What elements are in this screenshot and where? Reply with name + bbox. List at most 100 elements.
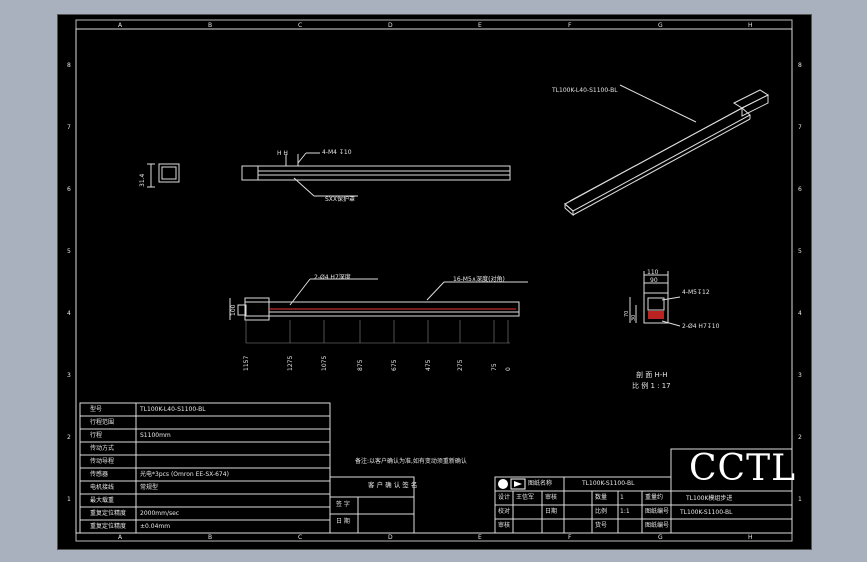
zone-number-left: 1: [67, 496, 71, 503]
spec-row-value: 2000mm/sec: [140, 510, 180, 517]
title-block-cell: 王信军: [516, 494, 535, 501]
brand-logo: CCTL: [689, 448, 797, 489]
zone-letter-bottom: B: [208, 534, 212, 541]
spec-row-label: 行程: [90, 432, 103, 439]
spec-row-value: 常规型: [140, 484, 159, 491]
front-view-dim-label: 875: [357, 359, 364, 371]
title-block-cell: 图纸编号: [645, 508, 670, 515]
spec-row-label: 传动方式: [90, 445, 115, 452]
isometric-view: [564, 84, 770, 217]
end-view-dim: 31.4: [139, 173, 146, 187]
front-view-dim-label: 1157: [243, 356, 250, 371]
title-block-cell: 设计: [498, 494, 511, 501]
section-scale: 比 例 1 : 17: [632, 381, 671, 390]
zone-letter-bottom: A: [118, 534, 123, 541]
top-view: [241, 152, 511, 197]
zone-number-left: 8: [67, 62, 71, 69]
front-view-pins-callout: 2-Ø4 H7深度: [314, 273, 351, 281]
part-number: TL100K-S1100-BL: [582, 480, 635, 487]
section-side-dim-30: 30: [631, 315, 637, 321]
title-block-cell: 审核: [498, 522, 511, 529]
spec-row-label: 传感器: [90, 471, 109, 478]
zone-letter-top: G: [658, 22, 663, 29]
spec-row-value: 光电*3pcs (Omron EE-SX-674): [140, 471, 229, 478]
title-block-cell: 日期: [545, 508, 558, 515]
drawing-note: 备注:以客户确认为准,如有变动须重新确认: [355, 457, 467, 465]
title-block-cell: 审核: [545, 494, 558, 501]
zone-letter-top: C: [298, 22, 302, 29]
title-block-cell: 校对: [498, 508, 511, 515]
confirm-title: 客 户 确 认 签 名: [368, 481, 418, 489]
spec-row-label: 行程范围: [90, 419, 115, 426]
drawing-canvas: A A B B C C D D E E F F G G H H 8 8 7 7 6 6 5 5 4 4 3 3 2 2 1 1 31.4 H…: [57, 14, 812, 550]
title-block-cell: 货号: [595, 522, 608, 529]
zone-letter-top: H: [748, 22, 753, 29]
top-view-tap-callout: 4-M4 ↧10: [322, 149, 352, 156]
drawing-number: TL100K-S1100-BL: [680, 509, 733, 516]
zone-letter-bottom: C: [298, 534, 302, 541]
zone-number-right: 2: [798, 434, 802, 441]
section-tap-callout: 4-M5↧12: [682, 289, 710, 296]
product-name: TL100K模组步进: [686, 495, 733, 502]
iso-label: TL100K-L40-S1100-BL: [551, 87, 618, 94]
logo-icon: [498, 478, 526, 490]
spec-row-label: 型号: [90, 406, 103, 413]
front-view-dim-label: 275: [457, 359, 464, 371]
spec-row-value: TL100K-L40-S1100-BL: [140, 406, 206, 413]
spec-row-label: 重复定位精度: [90, 523, 127, 530]
end-view: [147, 163, 180, 188]
confirm-date-label: 日 期: [336, 518, 350, 525]
top-view-hh-callout: H H: [277, 150, 288, 157]
zone-letter-top: A: [118, 22, 123, 29]
front-view-dimensions: 1157 1275 1075 875 675 475 275 75 0: [243, 356, 512, 371]
zone-number-left: 3: [67, 372, 71, 379]
zone-number-left: 7: [67, 124, 71, 131]
zone-number-left: 5: [67, 248, 71, 255]
confirm-sign-label: 签 字: [336, 501, 350, 508]
zone-letter-bottom: H: [748, 534, 753, 541]
zone-number-left: 6: [67, 186, 71, 193]
section-title: 剖 面 H-H: [636, 370, 668, 379]
zone-letter-top: D: [388, 22, 393, 29]
zone-letter-bottom: G: [658, 534, 663, 541]
zone-letter-bottom: F: [568, 534, 572, 541]
spec-row-value: ±0.04mm: [140, 523, 171, 530]
section-dim-110: 110: [647, 269, 659, 276]
front-view-dim-label: 0: [505, 367, 512, 371]
title-block-cell: 比例: [595, 508, 608, 515]
front-view-dim-ticks: [245, 320, 510, 344]
title-block-cell: 图纸编号: [645, 522, 670, 529]
zone-numbers: 8 8 7 7 6 6 5 5 4 4 3 3 2 2 1 1: [67, 62, 802, 503]
zone-letter-top: F: [568, 22, 572, 29]
spec-row-value: S1100mm: [140, 432, 171, 439]
front-view-taps-callout: 16-M5∧深度(对角): [453, 275, 505, 283]
zone-number-right: 4: [798, 310, 802, 317]
zone-number-left: 4: [67, 310, 71, 317]
title-block-cell: 数量: [595, 494, 608, 501]
front-view-dim-label: 1075: [321, 356, 328, 371]
front-view-dim-label: 675: [391, 359, 398, 371]
zone-letter-top: B: [208, 22, 212, 29]
front-view-dim-label: 75: [491, 363, 498, 371]
zone-number-left: 2: [67, 434, 71, 441]
section-dim-90: 90: [650, 277, 658, 284]
title-block-cell: 1: [620, 494, 624, 501]
zone-number-right: 1: [798, 496, 802, 503]
zone-number-right: 7: [798, 124, 802, 131]
section-side-dim-70: 70: [624, 311, 630, 317]
zone-number-right: 6: [798, 186, 802, 193]
front-view-left-dim: 100: [230, 304, 237, 316]
section-fill: [648, 311, 664, 319]
spec-row-label: 传动导程: [90, 458, 115, 465]
part-label: 图纸名称: [528, 480, 553, 487]
section-pin-callout: 2-Ø4 H7↧10: [682, 323, 720, 330]
spec-row-label: 最大载重: [90, 497, 115, 504]
spec-row-label: 重复定位精度: [90, 510, 127, 517]
title-block-cell: 重量约: [645, 494, 664, 501]
zone-letter-top: E: [478, 22, 482, 29]
spec-row-label: 电机接线: [90, 484, 115, 491]
zone-number-right: 3: [798, 372, 802, 379]
title-block-cell: 1:1: [620, 508, 630, 515]
zone-number-right: 8: [798, 62, 802, 69]
zone-letter-bottom: E: [478, 534, 482, 541]
